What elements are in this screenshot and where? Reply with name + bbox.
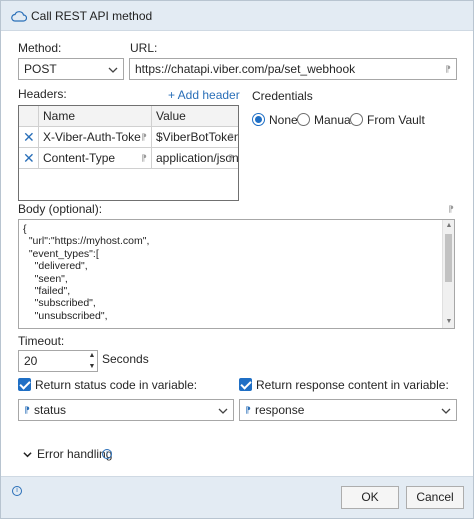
body-textarea[interactable]: { "url":"https://myhost.com", "event_typ…: [18, 219, 455, 329]
pin-icon[interactable]: ⁋: [447, 204, 455, 214]
response-content-label[interactable]: Return response content in variable:: [256, 378, 449, 392]
call-rest-api-dialog: Call REST API method Method: POST URL: h…: [0, 0, 474, 519]
header-name: Content-Type: [43, 151, 116, 165]
add-header-link[interactable]: + Add header: [168, 88, 240, 102]
column-name-header: Name: [39, 106, 152, 126]
method-value: POST: [24, 62, 57, 76]
title-bar: Call REST API method: [1, 1, 473, 31]
credentials-vault-radio[interactable]: [350, 113, 363, 126]
header-value: application/json: [156, 151, 238, 165]
body-label: Body (optional):: [18, 202, 103, 216]
response-variable-value: response: [255, 403, 305, 417]
method-label: Method:: [18, 41, 62, 55]
status-code-checkbox[interactable]: [18, 378, 31, 391]
response-content-checkbox[interactable]: [239, 378, 252, 391]
pin-icon[interactable]: ⁋: [444, 64, 452, 74]
status-code-label[interactable]: Return status code in variable:: [35, 378, 197, 392]
scroll-up-icon[interactable]: ▲: [445, 222, 453, 230]
info-icon[interactable]: i: [102, 449, 112, 459]
url-label: URL:: [130, 41, 158, 55]
body-scrollbar[interactable]: ▲ ▼: [442, 220, 454, 328]
credentials-none-label[interactable]: None: [269, 113, 298, 127]
status-variable-value: status: [34, 403, 67, 417]
table-row: ✕ Content-Type ⁋ application/json ⁋: [19, 148, 238, 169]
pin-icon[interactable]: ⁋: [227, 153, 235, 163]
remove-header-icon[interactable]: ✕: [23, 151, 35, 165]
cloud-icon: [11, 11, 27, 22]
chevron-down-icon: [108, 67, 118, 73]
headers-label: Headers:: [18, 87, 67, 101]
response-variable-select[interactable]: ⁋ response: [239, 399, 457, 421]
remove-header-icon[interactable]: ✕: [23, 130, 35, 144]
chevron-down-icon: [218, 408, 228, 414]
credentials-label: Credentials: [252, 89, 313, 103]
cancel-button[interactable]: Cancel: [406, 486, 464, 509]
url-input[interactable]: https://chatapi.viber.com/pa/set_webhook…: [129, 58, 457, 80]
body-text: { "url":"https://myhost.com", "event_typ…: [23, 223, 150, 322]
variable-icon: ⁋: [245, 405, 251, 415]
header-value: $ViberBotToken$: [156, 130, 238, 144]
chevron-down-icon: [23, 452, 32, 458]
timeout-input[interactable]: 20: [18, 350, 98, 372]
ok-button[interactable]: OK: [341, 486, 399, 509]
header-name: X-Viber-Auth-Toke: [43, 130, 141, 144]
help-icon[interactable]: i: [12, 486, 22, 496]
timeout-stepper[interactable]: ▲ ▼: [87, 350, 97, 372]
method-select[interactable]: POST: [18, 58, 124, 80]
status-variable-select[interactable]: ⁋ status: [18, 399, 234, 421]
header-name-cell[interactable]: Content-Type ⁋: [39, 148, 152, 168]
scrollbar-thumb[interactable]: [445, 234, 452, 282]
header-value-cell[interactable]: application/json ⁋: [152, 148, 238, 168]
credentials-vault-label[interactable]: From Vault: [367, 113, 425, 127]
pin-icon[interactable]: ⁋: [140, 153, 148, 163]
credentials-manual-radio[interactable]: [297, 113, 310, 126]
credentials-none-radio[interactable]: [252, 113, 265, 126]
table-header-row: Name Value: [19, 106, 238, 127]
timeout-value: 20: [24, 354, 38, 368]
window-title: Call REST API method: [31, 9, 153, 23]
scroll-down-icon[interactable]: ▼: [445, 318, 453, 326]
header-name-cell[interactable]: X-Viber-Auth-Toke ⁋: [39, 127, 152, 147]
credentials-manual-label[interactable]: Manual: [314, 113, 353, 127]
table-row: ✕ X-Viber-Auth-Toke ⁋ $ViberBotToken$ ⁋: [19, 127, 238, 148]
stepper-up-icon[interactable]: ▲: [87, 350, 97, 361]
column-value-header: Value: [156, 109, 186, 123]
url-value: https://chatapi.viber.com/pa/set_webhook: [135, 62, 356, 76]
timeout-unit: Seconds: [102, 352, 149, 366]
timeout-label: Timeout:: [18, 334, 65, 348]
chevron-down-icon: [441, 408, 451, 414]
header-value-cell[interactable]: $ViberBotToken$ ⁋: [152, 127, 238, 147]
variable-icon: ⁋: [24, 405, 30, 415]
headers-table: Name Value ✕ X-Viber-Auth-Toke ⁋ $ViberB…: [18, 105, 239, 201]
stepper-down-icon[interactable]: ▼: [87, 361, 97, 372]
pin-icon[interactable]: ⁋: [140, 132, 148, 142]
dialog-footer: i OK Cancel: [1, 476, 473, 518]
pin-icon[interactable]: ⁋: [227, 132, 235, 142]
